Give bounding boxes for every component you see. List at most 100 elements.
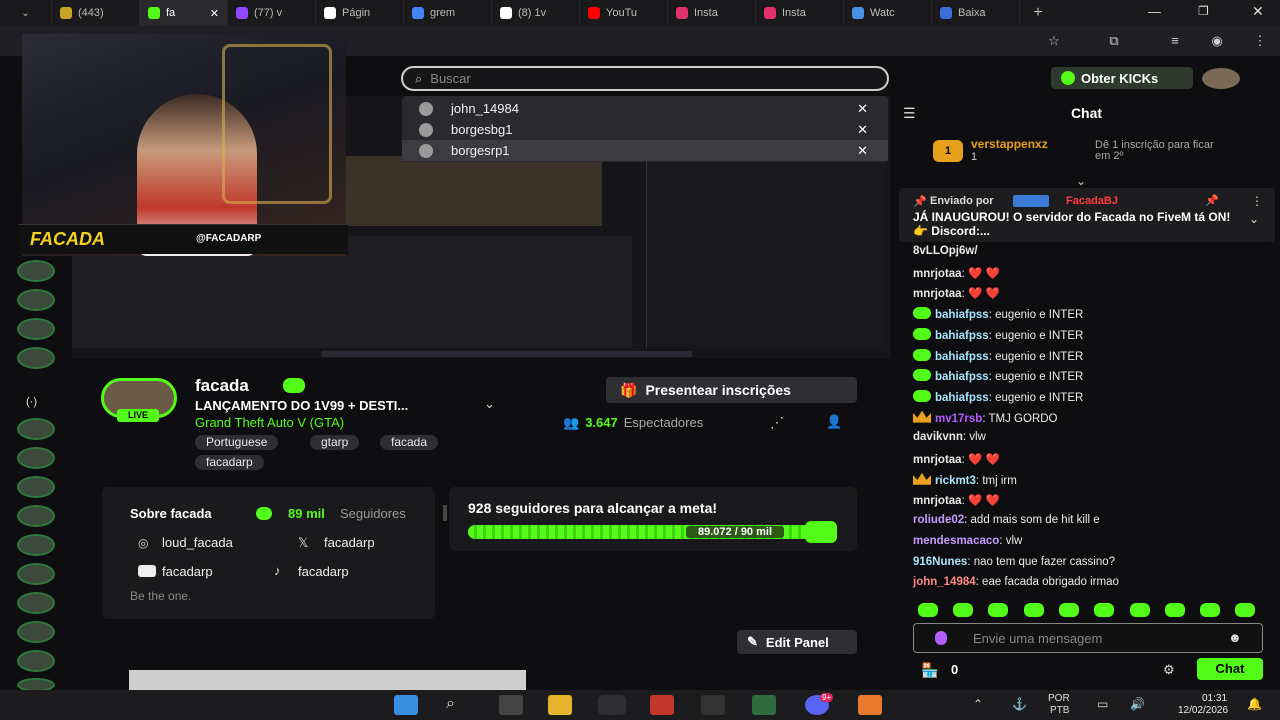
followed-channel-avatar[interactable] (17, 347, 55, 369)
remove-suggestion-icon[interactable]: ✕ (857, 101, 868, 117)
browser-tab[interactable]: (77) v (228, 0, 316, 26)
chat-username[interactable]: bahiafpss (935, 392, 989, 404)
chat-username[interactable]: bahiafpss (935, 371, 989, 383)
instagram-link[interactable]: loud_facada (162, 535, 233, 550)
language-indicator[interactable]: POR (1048, 693, 1070, 704)
browser-tab[interactable]: Insta (756, 0, 844, 26)
chat-username[interactable]: roliude02 (913, 514, 964, 526)
chat-username[interactable]: john_14984 (913, 576, 976, 588)
emote-icon[interactable] (988, 603, 1008, 617)
tag[interactable]: facadarp (195, 455, 264, 470)
chat-username[interactable]: mnrjotaa (913, 454, 962, 466)
chat-username[interactable]: bahiafpss (935, 351, 989, 363)
channel-name[interactable]: facada (195, 376, 249, 396)
recommended-channel-avatar[interactable] (17, 418, 55, 440)
more-icon[interactable]: ⋮ (1251, 194, 1263, 208)
browser-tab[interactable]: (443) (52, 0, 140, 26)
bookmark-star-icon[interactable]: ☆ (1046, 33, 1062, 49)
unpin-icon[interactable]: 📌 (1205, 194, 1219, 207)
profile-icon[interactable]: ◉ (1209, 33, 1225, 49)
x-link[interactable]: facadarp (324, 535, 375, 550)
followed-channel-avatar[interactable] (17, 260, 55, 282)
obter-kicks-button[interactable]: Obter KICKs (1051, 67, 1193, 89)
notification-icon[interactable]: 🔔 (1247, 697, 1262, 711)
emote-icon[interactable] (1130, 603, 1150, 617)
remove-suggestion-icon[interactable]: ✕ (857, 122, 868, 138)
browser-tab[interactable]: grem (404, 0, 492, 26)
emote-icon[interactable] (1200, 603, 1220, 617)
follow-user-icon[interactable]: 👤 (826, 414, 842, 430)
network-icon[interactable]: ▭ (1097, 697, 1108, 711)
chat-username[interactable]: davikvnn (913, 431, 963, 443)
browser-tab[interactable]: (8) 1v (492, 0, 580, 26)
search-suggestion[interactable]: borgesrp1 ✕ (402, 140, 888, 161)
browser-tab[interactable]: Insta (668, 0, 756, 26)
media-control-icon[interactable]: ≡ (1167, 33, 1183, 49)
user-avatar[interactable] (1202, 68, 1240, 89)
nvidia-icon[interactable] (752, 695, 776, 715)
share-icon[interactable]: ⋰ (770, 414, 784, 431)
chat-username[interactable]: bahiafpss (935, 330, 989, 342)
points-store-icon[interactable]: 🏪 (921, 662, 938, 679)
chat-username[interactable]: mnrjotaa (913, 268, 962, 280)
minimize-button[interactable]: — (1148, 4, 1161, 19)
chevron-down-icon[interactable]: ⌄ (484, 396, 495, 412)
browser-tab[interactable]: fa ✕ (140, 0, 228, 26)
browser-tab[interactable]: Págin (316, 0, 404, 26)
emote-icon[interactable] (918, 603, 938, 617)
top-gifter-name[interactable]: verstappenxz (971, 137, 1048, 151)
emote-icon[interactable] (1094, 603, 1114, 617)
recommended-channel-avatar[interactable] (17, 534, 55, 556)
recommended-channel-avatar[interactable] (17, 650, 55, 672)
search-input[interactable]: ⌕ Buscar (401, 66, 889, 91)
tag[interactable]: gtarp (310, 435, 360, 450)
new-tab-button[interactable]: + (1020, 0, 1056, 26)
youtube-link[interactable]: facadarp (162, 564, 213, 579)
menu-icon[interactable]: ⋮ (1252, 33, 1268, 49)
extensions-icon[interactable]: ⧉ (1106, 33, 1122, 49)
recommended-channel-avatar[interactable] (17, 505, 55, 527)
microphone-icon[interactable] (935, 631, 947, 645)
recommended-channel-avatar[interactable] (17, 621, 55, 643)
chat-settings-icon[interactable]: ⚙ (1163, 662, 1175, 678)
search-suggestion[interactable]: borgesbg1 ✕ (402, 119, 888, 140)
app-icon[interactable] (650, 695, 674, 715)
followed-channel-avatar[interactable] (17, 318, 55, 340)
chat-username[interactable]: rickmt3 (935, 475, 976, 487)
recommended-channel-avatar[interactable] (17, 592, 55, 614)
recommended-channel-avatar[interactable] (17, 447, 55, 469)
pin-collapse-icon[interactable]: ⌄ (1076, 174, 1086, 188)
browser-tab[interactable]: Baixa (932, 0, 1020, 26)
chat-username[interactable]: bahiafpss (935, 309, 989, 321)
windows-start-icon[interactable] (394, 695, 418, 715)
chrome-icon[interactable] (598, 695, 626, 715)
tag[interactable]: Portuguese (195, 435, 279, 450)
emote-icon[interactable] (1024, 603, 1044, 617)
emote-icon[interactable] (953, 603, 973, 617)
send-chat-button[interactable]: Chat (1197, 658, 1263, 680)
task-view-icon[interactable] (499, 695, 523, 715)
chat-username[interactable]: 916Nunes (913, 556, 967, 568)
clock-date[interactable]: 12/02/2026 (1178, 705, 1228, 716)
chat-username[interactable]: mnrjotaa (913, 495, 962, 507)
followed-channel-avatar[interactable] (17, 289, 55, 311)
browser-tab[interactable]: Watc (844, 0, 932, 26)
chat-input[interactable]: Envie uma mensagem ☻ (913, 623, 1263, 653)
tray-app-icon[interactable]: ⚓ (1012, 697, 1027, 711)
emote-icon[interactable] (1235, 603, 1255, 617)
edit-panel-button[interactable]: ✎ Edit Panel (737, 630, 857, 654)
game-category[interactable]: Grand Theft Auto V (GTA) (195, 415, 344, 430)
expand-icon[interactable]: ⌄ (1249, 212, 1259, 226)
gift-subs-button[interactable]: 🎁 Presentear inscrições (606, 377, 857, 403)
close-window-button[interactable]: ✕ (1252, 3, 1264, 20)
tab-search-button[interactable]: ⌄ (0, 0, 52, 26)
recommended-channel-avatar[interactable] (17, 476, 55, 498)
keyboard-layout[interactable]: PTB (1050, 705, 1069, 716)
app-icon[interactable] (858, 695, 882, 715)
tiktok-link[interactable]: facadarp (298, 564, 349, 579)
tray-chevron-icon[interactable]: ⌃ (973, 697, 983, 711)
volume-icon[interactable]: 🔊 (1130, 697, 1145, 711)
chat-username[interactable]: mnrjotaa (913, 288, 962, 300)
chat-username[interactable]: mv17rsb (935, 413, 982, 425)
emote-picker-icon[interactable]: ☻ (1228, 630, 1242, 645)
